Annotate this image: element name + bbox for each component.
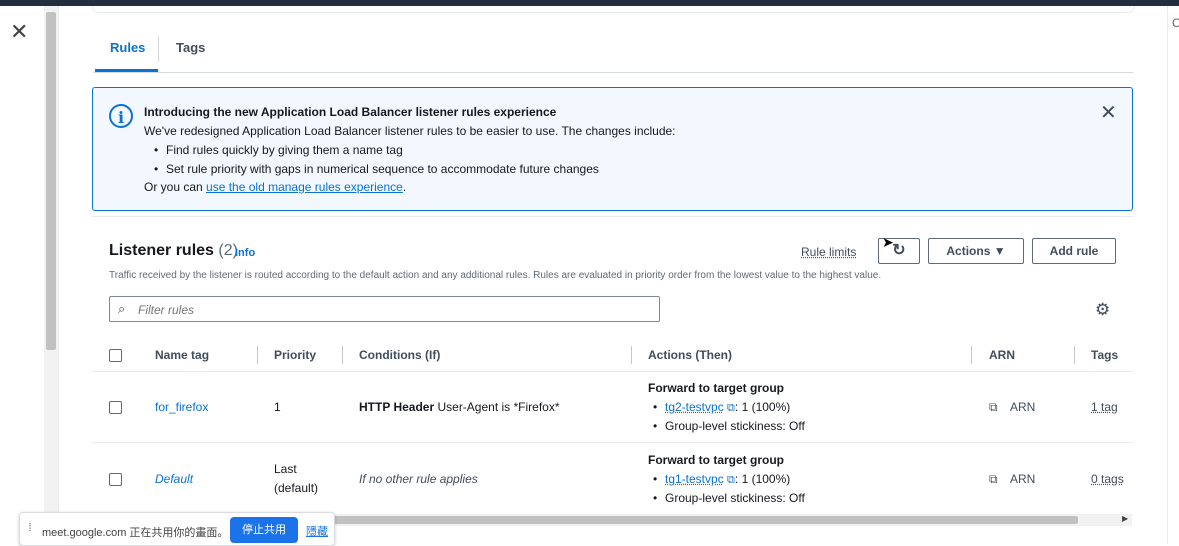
- scroll-right-arrow-icon[interactable]: ▶: [1122, 514, 1128, 523]
- column-header-priority[interactable]: Priority: [274, 348, 316, 362]
- column-header-tags[interactable]: Tags: [1091, 348, 1118, 362]
- tab-bar: Rules Tags: [93, 30, 1133, 73]
- hide-share-bar-link[interactable]: 隱藏: [306, 523, 328, 539]
- condition-text: HTTP Header User-Agent is *Firefox*: [359, 400, 560, 414]
- screen-share-bar: ⁞⁞ meet.google.com 正在共用你的畫面。 停止共用 隱藏: [19, 512, 335, 546]
- stickiness-item: Group-level stickiness: Off: [653, 419, 805, 433]
- external-link-icon: ⧉: [727, 474, 735, 486]
- target-weight: : 1 (100%): [734, 472, 791, 486]
- priority-value: Last: [274, 462, 297, 476]
- target-group-item: tg1-testvpc ⧉: 1 (100%): [653, 472, 791, 487]
- action-title: Forward to target group: [648, 453, 784, 467]
- info-alert-bullet: Set rule priority with gaps in numerical…: [154, 162, 599, 176]
- listener-rules-title: Listener rules (2): [109, 242, 238, 260]
- target-weight: : 1 (100%): [734, 400, 791, 414]
- column-header-arn[interactable]: ARN: [989, 348, 1015, 362]
- target-group-link[interactable]: tg1-testvpc: [665, 472, 724, 486]
- tab-tags[interactable]: Tags: [176, 40, 205, 55]
- column-divider[interactable]: [257, 346, 258, 364]
- copy-icon[interactable]: ⧉: [989, 472, 998, 487]
- vertical-scrollbar-thumb[interactable]: [46, 12, 56, 350]
- info-alert-footer-prefix: Or you can: [144, 180, 207, 194]
- filter-rules-field[interactable]: ⌕: [109, 296, 660, 322]
- column-divider[interactable]: [342, 346, 343, 364]
- target-group-item: tg2-testvpc ⧉: 1 (100%): [653, 400, 791, 415]
- drag-handle-icon[interactable]: ⁞⁞: [28, 522, 32, 534]
- arn-label: ARN: [1010, 472, 1036, 486]
- previous-section-bottom: [92, 6, 1135, 13]
- horizontal-scrollbar-thumb[interactable]: [330, 516, 1078, 524]
- search-icon: ⌕: [118, 301, 126, 316]
- select-all-checkbox[interactable]: [109, 349, 122, 362]
- dismiss-alert-icon[interactable]: ✕: [1100, 100, 1117, 125]
- info-link[interactable]: Info: [235, 247, 255, 259]
- name-tag-link[interactable]: for_firefox: [155, 400, 208, 414]
- tags-link[interactable]: 0 tags: [1091, 472, 1124, 486]
- row-checkbox[interactable]: [109, 401, 122, 414]
- add-rule-button[interactable]: Add rule: [1032, 238, 1116, 264]
- priority-value: 1: [274, 400, 281, 414]
- info-alert-footer: Or you can use the old manage rules expe…: [144, 180, 406, 194]
- info-alert-title: Introducing the new Application Load Bal…: [144, 105, 557, 119]
- column-header-actions[interactable]: Actions (Then): [648, 348, 732, 362]
- info-icon: i: [109, 104, 133, 128]
- external-link-icon: ⧉: [727, 402, 735, 414]
- condition-text: If no other rule applies: [359, 472, 478, 486]
- tab-rules[interactable]: Rules: [110, 40, 145, 55]
- column-divider[interactable]: [1074, 346, 1075, 364]
- close-icon[interactable]: ✕: [10, 21, 28, 43]
- listener-rules-panel: Listener rules (2) Info Traffic received…: [92, 216, 1133, 545]
- table-header: Name tag Priority Conditions (If) Action…: [92, 339, 1133, 372]
- info-alert: i Introducing the new Application Load B…: [92, 87, 1133, 211]
- column-header-conditions[interactable]: Conditions (If): [359, 348, 440, 362]
- copy-icon[interactable]: ⧉: [989, 400, 998, 415]
- stop-sharing-button[interactable]: 停止共用: [230, 517, 298, 543]
- mouse-cursor-icon: ➤: [882, 234, 894, 250]
- tab-divider: [158, 36, 159, 62]
- info-alert-footer-suffix: .: [402, 180, 407, 194]
- old-rules-experience-link[interactable]: use the old manage rules experience: [206, 180, 403, 194]
- listener-rules-title-text: Listener rules: [109, 242, 214, 259]
- column-divider[interactable]: [631, 346, 632, 364]
- actions-dropdown-button[interactable]: Actions ▼: [928, 238, 1024, 264]
- table-row: Default Last (default) If no other rule …: [92, 443, 1133, 515]
- arn-label: ARN: [1010, 400, 1036, 414]
- gear-icon[interactable]: ⚙: [1095, 300, 1110, 320]
- info-alert-text: We've redesigned Application Load Balanc…: [144, 124, 676, 138]
- condition-type: HTTP Header: [359, 400, 435, 414]
- column-header-name-tag[interactable]: Name tag: [155, 348, 209, 362]
- name-tag-link[interactable]: Default: [155, 472, 193, 486]
- active-tab-indicator: [95, 69, 158, 72]
- tags-link[interactable]: 1 tag: [1091, 400, 1118, 414]
- condition-detail: User-Agent is *Firefox*: [434, 400, 560, 414]
- listener-rules-description: Traffic received by the listener is rout…: [109, 270, 882, 281]
- rule-limits-link[interactable]: Rule limits: [801, 245, 856, 259]
- info-alert-bullet: Find rules quickly by giving them a name…: [154, 143, 403, 157]
- right-edge-glyph: C: [1172, 16, 1179, 30]
- priority-default-label: (default): [274, 481, 319, 495]
- screen-share-message: meet.google.com 正在共用你的畫面。: [42, 527, 229, 539]
- row-checkbox[interactable]: [109, 473, 122, 486]
- stickiness-item: Group-level stickiness: Off: [653, 491, 805, 505]
- column-divider[interactable]: [971, 346, 972, 364]
- filter-rules-input[interactable]: [136, 300, 640, 320]
- action-title: Forward to target group: [648, 381, 784, 395]
- table-row: for_firefox 1 HTTP Header User-Agent is …: [92, 371, 1133, 443]
- target-group-link[interactable]: tg2-testvpc: [665, 400, 724, 414]
